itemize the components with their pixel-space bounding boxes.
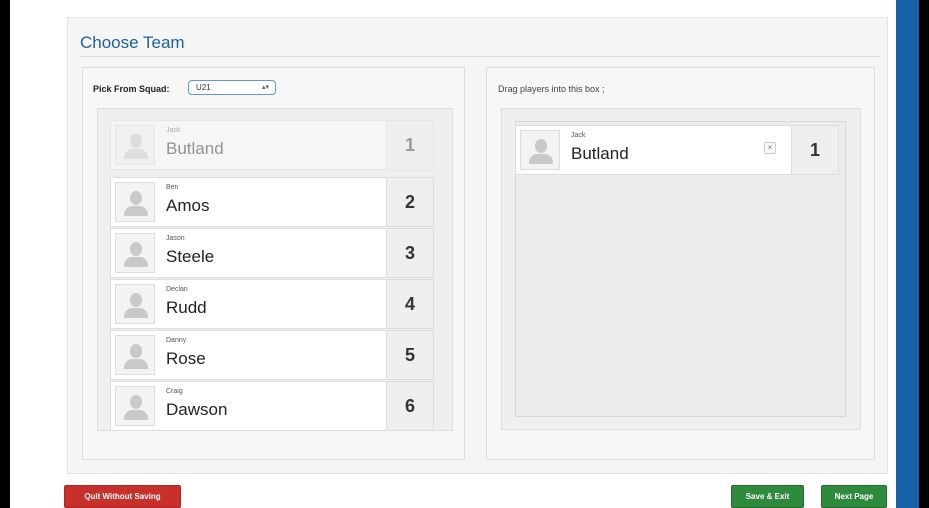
squad-select[interactable]: U21 ▴▾ xyxy=(188,80,276,95)
player-number: 3 xyxy=(386,229,433,277)
quit-without-saving-button[interactable]: Quit Without Saving xyxy=(64,485,181,508)
avatar-icon xyxy=(520,130,560,170)
player-last-name: Rose xyxy=(166,349,206,368)
player-number: 2 xyxy=(386,178,433,226)
player-number: 1 xyxy=(386,121,433,169)
remove-player-button[interactable]: × xyxy=(764,142,776,154)
avatar-icon xyxy=(115,125,155,165)
page-title: Choose Team xyxy=(80,33,185,52)
player-card[interactable]: Declan Rudd 4 xyxy=(110,279,434,329)
player-card[interactable]: Jason Steele 3 xyxy=(110,228,434,278)
next-page-button[interactable]: Next Page xyxy=(821,485,887,508)
window-frame-right xyxy=(919,0,929,508)
player-last-name: Steele xyxy=(166,247,215,266)
team-drop-zone[interactable]: Jack Butland × 1 xyxy=(501,108,861,430)
player-card[interactable]: Ben Amos 2 xyxy=(110,177,434,227)
avatar-icon xyxy=(115,182,155,222)
squad-select-value: U21 xyxy=(196,83,211,92)
avatar-icon xyxy=(115,284,155,324)
selected-player-card[interactable]: Jack Butland × 1 xyxy=(515,125,839,175)
player-first-name: Jack xyxy=(571,132,586,139)
player-first-name: Ben xyxy=(166,184,179,191)
player-first-name: Jack xyxy=(166,127,181,134)
player-first-name: Declan xyxy=(166,286,188,293)
player-last-name: Rudd xyxy=(166,298,207,317)
player-first-name: Danny xyxy=(166,337,187,344)
player-last-name: Amos xyxy=(166,196,210,215)
squad-list[interactable]: Jack Butland 1 Ben Amos 2 Jason Steele 3… xyxy=(97,108,453,431)
player-last-name: Butland xyxy=(571,144,629,163)
avatar-icon xyxy=(115,386,155,426)
player-number: 5 xyxy=(386,331,433,379)
player-number: 4 xyxy=(386,280,433,328)
save-and-exit-button[interactable]: Save & Exit xyxy=(731,485,804,508)
title-divider xyxy=(80,56,880,57)
player-first-name: Jason xyxy=(166,235,185,242)
select-arrows-icon: ▴▾ xyxy=(261,84,269,91)
window-frame-left xyxy=(0,0,10,508)
avatar-icon xyxy=(115,335,155,375)
player-number: 6 xyxy=(386,382,433,430)
player-card[interactable]: Jack Butland 1 xyxy=(110,120,434,170)
player-first-name: Craig xyxy=(166,388,183,395)
player-number: 1 xyxy=(791,126,838,174)
avatar-icon xyxy=(115,233,155,273)
player-card[interactable]: Danny Rose 5 xyxy=(110,330,434,380)
player-last-name: Dawson xyxy=(166,400,228,419)
player-card[interactable]: Craig Dawson 6 xyxy=(110,381,434,430)
player-last-name: Butland xyxy=(166,139,224,158)
squad-label: Pick From Squad: xyxy=(93,84,170,94)
drop-hint: Drag players into this box ; xyxy=(498,84,605,94)
